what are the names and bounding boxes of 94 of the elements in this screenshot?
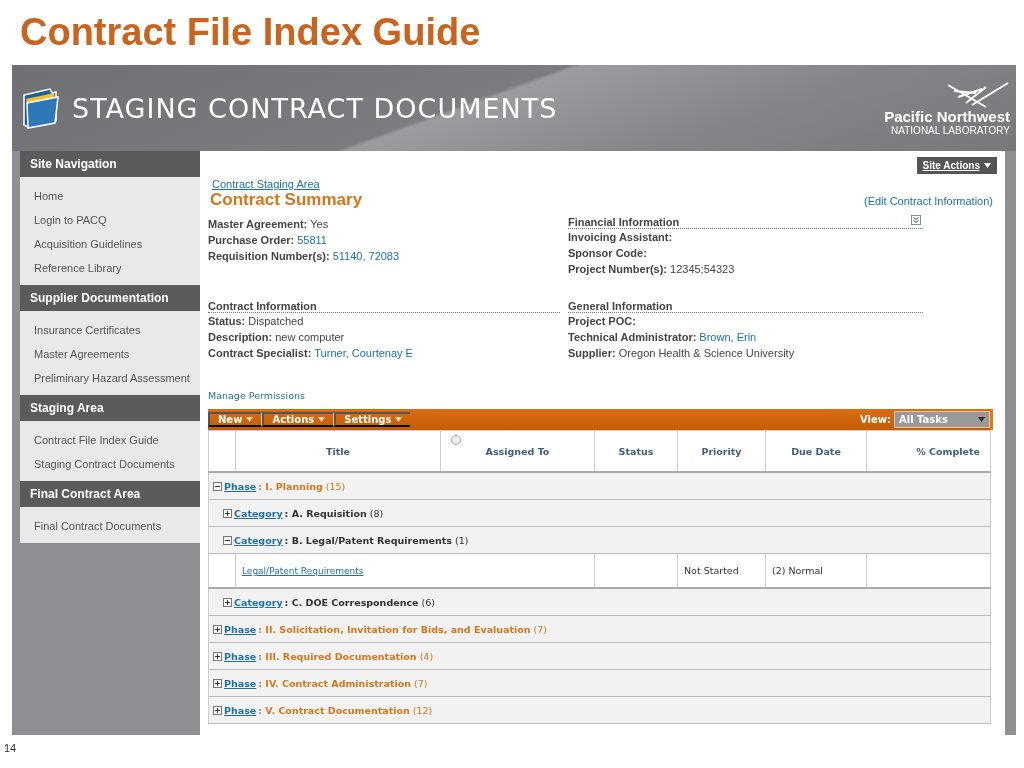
folder-icon xyxy=(22,87,60,129)
expand-icon[interactable] xyxy=(213,678,222,688)
expand-icon[interactable] xyxy=(213,705,222,715)
logo-text: Pacific Northwest xyxy=(884,108,1010,125)
group-link[interactable]: Phase xyxy=(224,704,257,716)
group-link[interactable]: Phase xyxy=(224,480,257,492)
sidebar-heading: Supplier Documentation xyxy=(20,285,200,311)
collapse-icon[interactable] xyxy=(213,481,222,491)
group-link[interactable]: Category xyxy=(234,534,283,546)
toolbar-menu[interactable]: Settings xyxy=(334,412,411,427)
field-label: Technical Administrator: xyxy=(568,330,697,345)
column-header[interactable]: Assigned To xyxy=(485,445,550,457)
site-title: STAGING CONTRACT DOCUMENTS xyxy=(72,92,558,124)
field-label: Contract Specialist: xyxy=(208,346,312,361)
table-cell: (2) Normal xyxy=(772,565,823,576)
group-label: : V. Contract Documentation (12) xyxy=(258,704,433,716)
task-link[interactable]: Legal/Patent Requirements xyxy=(242,566,364,576)
field-label: Invoicing Assistant: xyxy=(568,230,673,245)
group-label: : II. Solicitation, Invitation for Bids, and Evaluation (7) xyxy=(258,623,548,635)
toolbar-menu[interactable]: New xyxy=(208,412,263,427)
site-actions-button[interactable]: Site Actions xyxy=(916,157,997,174)
section-title: Contract Information xyxy=(208,300,317,312)
group-link[interactable]: Phase xyxy=(224,623,257,635)
caret-icon xyxy=(984,163,991,168)
column-header[interactable]: Status xyxy=(618,445,654,457)
field-link[interactable]: Brown, Erin xyxy=(699,329,757,345)
column-header[interactable]: Priority xyxy=(701,445,742,457)
sidebar-link[interactable]: Staging Contract Documents xyxy=(20,452,200,476)
field-label: Master Agreement: xyxy=(208,217,308,232)
breadcrumb-link[interactable]: Contract Staging Area xyxy=(212,178,320,190)
group-link[interactable]: Category xyxy=(234,596,283,608)
column-header[interactable]: Title xyxy=(326,445,350,457)
page-number: 14 xyxy=(4,742,17,754)
field-value: Oregon Health & Science University xyxy=(618,346,795,361)
column-header[interactable]: Due Date xyxy=(791,445,841,457)
group-link[interactable]: Phase xyxy=(224,650,257,662)
caret-icon xyxy=(318,417,326,422)
expand-icon[interactable] xyxy=(223,597,232,607)
group-label: : IV. Contract Administration (7) xyxy=(258,677,428,689)
field-label: Purchase Order: xyxy=(208,233,295,248)
field-value: 12345;54323 xyxy=(670,262,735,277)
field-value: new computer xyxy=(275,330,345,345)
sidebar-heading: Staging Area xyxy=(20,395,200,421)
table-cell: Not Started xyxy=(684,565,739,576)
slide-title: Contract File Index Guide xyxy=(19,10,482,55)
sidebar-link[interactable]: Preliminary Hazard Assessment xyxy=(20,366,200,390)
field-link[interactable]: 55811 xyxy=(297,232,327,248)
sidebar-heading: Site Navigation xyxy=(20,151,200,177)
radio-icon[interactable] xyxy=(451,435,461,445)
expand-icon[interactable] xyxy=(213,624,222,634)
field-label: Project POC: xyxy=(568,314,636,329)
view-label: View: xyxy=(860,414,891,425)
sidebar-heading: Final Contract Area xyxy=(20,481,200,507)
field-link[interactable]: Turner, Courtenay E xyxy=(314,345,413,361)
sidebar-link[interactable]: Insurance Certificates xyxy=(20,318,200,342)
section-title: Financial Information xyxy=(568,216,680,228)
collapse-icon[interactable] xyxy=(223,535,232,545)
logo-icon xyxy=(946,80,1010,109)
field-value: Yes xyxy=(310,217,329,232)
group-label: : III. Required Documentation (4) xyxy=(258,650,434,662)
field-label: Supplier: xyxy=(568,346,616,361)
caret-icon xyxy=(246,417,254,422)
sidebar-link[interactable]: Acquisition Guidelines xyxy=(20,232,200,256)
expand-icon[interactable] xyxy=(213,651,222,661)
field-label: Status: xyxy=(208,314,246,329)
toolbar-menu[interactable]: Actions xyxy=(262,412,335,427)
section-title: General Information xyxy=(568,300,673,312)
sidebar-link[interactable]: Master Agreements xyxy=(20,342,200,366)
logo-subtext: NATIONAL LABORATORY xyxy=(891,124,1010,136)
group-label: : C. DOE Correspondence (6) xyxy=(284,596,435,608)
edit-link[interactable]: (Edit Contract Information) xyxy=(864,195,993,207)
sidebar-link[interactable]: Home xyxy=(20,184,200,208)
sidebar-link[interactable]: Final Contract Documents xyxy=(20,514,200,538)
caret-icon xyxy=(978,417,985,422)
column-header[interactable]: % Complete xyxy=(916,445,980,457)
expand-icon[interactable] xyxy=(223,508,232,518)
field-label: Requisition Number(s): xyxy=(208,249,330,264)
field-link[interactable]: 51140, 72083 xyxy=(332,248,400,264)
field-label: Sponsor Code: xyxy=(568,246,647,261)
sidebar-link[interactable]: Reference Library xyxy=(20,256,200,280)
collapse-icon[interactable] xyxy=(911,215,921,225)
field-value: Dispatched xyxy=(248,314,304,329)
caret-icon xyxy=(395,417,403,422)
group-link[interactable]: Phase xyxy=(224,677,257,689)
field-label: Description: xyxy=(208,330,273,345)
group-label: : I. Planning (15) xyxy=(258,480,346,492)
group-label: : B. Legal/Patent Requirements (1) xyxy=(284,534,469,546)
group-label: : A. Requisition (8) xyxy=(284,507,384,519)
sidebar-link[interactable]: Login to PACQ xyxy=(20,208,200,232)
group-link[interactable]: Category xyxy=(234,507,283,519)
page-heading: Contract Summary xyxy=(210,190,363,210)
field-label: Project Number(s): xyxy=(568,262,668,277)
manage-permissions-link[interactable]: Manage Permissions xyxy=(208,390,305,401)
sidebar-link[interactable]: Contract File Index Guide xyxy=(20,428,200,452)
